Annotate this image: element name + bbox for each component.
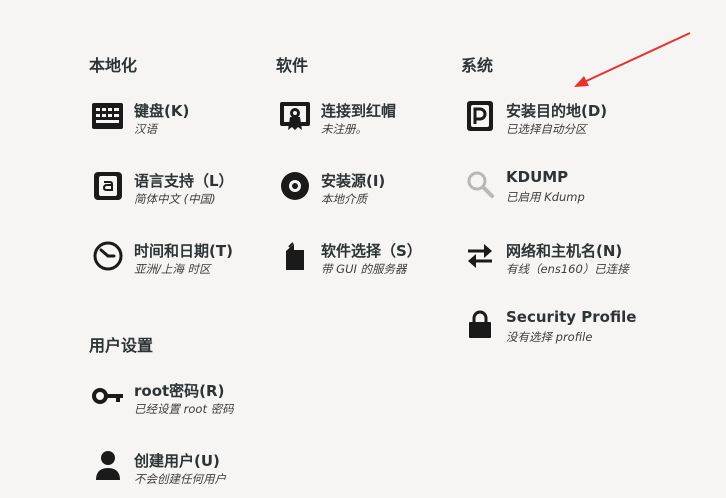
redhat-subscription-icon <box>279 100 311 132</box>
spoke-keyboard[interactable]: 键盘(K) 汉语 <box>92 100 272 148</box>
spoke-status: 亚洲/上海 时区 <box>134 262 211 276</box>
disc-icon <box>279 170 311 202</box>
package-icon <box>279 240 311 272</box>
clock-icon <box>92 240 124 272</box>
spoke-title: Security Profile <box>506 308 637 326</box>
annotation-arrow <box>574 32 691 87</box>
spoke-software-selection[interactable]: 软件选择（S） 带 GUI 的服务器 <box>279 240 459 288</box>
spoke-status: 已经设置 root 密码 <box>134 402 234 416</box>
network-arrows-icon <box>464 240 496 272</box>
spoke-title: 键盘(K) <box>134 102 190 120</box>
spoke-language[interactable]: 语言支持（L） 简体中文 (中国) <box>92 170 272 218</box>
spoke-kdump[interactable]: KDUMP 已启用 Kdump <box>464 168 644 216</box>
spoke-title: 网络和主机名(N) <box>506 242 623 260</box>
section-title-localization: 本地化 <box>89 56 138 75</box>
spoke-title: 安装目的地(D) <box>506 102 608 120</box>
spoke-status: 汉语 <box>134 122 157 136</box>
spoke-status: 已启用 Kdump <box>506 190 585 204</box>
spoke-status: 有线（ens160）已连接 <box>506 262 629 276</box>
spoke-status: 带 GUI 的服务器 <box>321 262 407 276</box>
user-icon <box>92 450 124 482</box>
spoke-connect-redhat[interactable]: 连接到红帽 未注册。 <box>279 100 459 148</box>
spoke-root-password[interactable]: root密码(R) 已经设置 root 密码 <box>92 380 272 428</box>
spoke-title: 语言支持（L） <box>134 172 234 190</box>
spoke-status: 简体中文 (中国) <box>134 192 216 206</box>
spoke-title: 创建用户(U) <box>134 452 220 470</box>
harddisk-icon <box>464 100 496 132</box>
section-title-user-settings: 用户设置 <box>89 336 154 355</box>
spoke-status: 本地介质 <box>321 192 367 206</box>
spoke-time-date[interactable]: 时间和日期(T) 亚洲/上海 时区 <box>92 240 272 288</box>
spoke-status: 没有选择 profile <box>506 330 593 344</box>
spoke-status: 未注册。 <box>321 122 367 136</box>
section-title-system: 系统 <box>461 56 494 75</box>
spoke-installation-destination[interactable]: 安装目的地(D) 已选择自动分区 <box>464 100 644 148</box>
section-title-software: 软件 <box>276 56 309 75</box>
language-icon <box>92 170 124 202</box>
lock-icon <box>464 308 496 340</box>
keyboard-icon <box>92 100 124 132</box>
spoke-title: KDUMP <box>506 168 569 186</box>
key-icon <box>92 380 124 412</box>
spoke-title: 连接到红帽 <box>321 102 397 120</box>
spoke-title: root密码(R) <box>134 382 225 400</box>
spoke-installation-source[interactable]: 安装源(I) 本地介质 <box>279 170 459 218</box>
search-icon <box>464 168 496 200</box>
spoke-status: 已选择自动分区 <box>506 122 587 136</box>
spoke-title: 安装源(I) <box>321 172 386 190</box>
spoke-title: 软件选择（S） <box>321 242 422 260</box>
spoke-title: 时间和日期(T) <box>134 242 233 260</box>
spoke-create-user[interactable]: 创建用户(U) 不会创建任何用户 <box>92 450 272 498</box>
spoke-network-hostname[interactable]: 网络和主机名(N) 有线（ens160）已连接 <box>464 240 644 288</box>
spoke-security-profile[interactable]: Security Profile 没有选择 profile <box>464 308 644 356</box>
spoke-status: 不会创建任何用户 <box>134 472 226 486</box>
